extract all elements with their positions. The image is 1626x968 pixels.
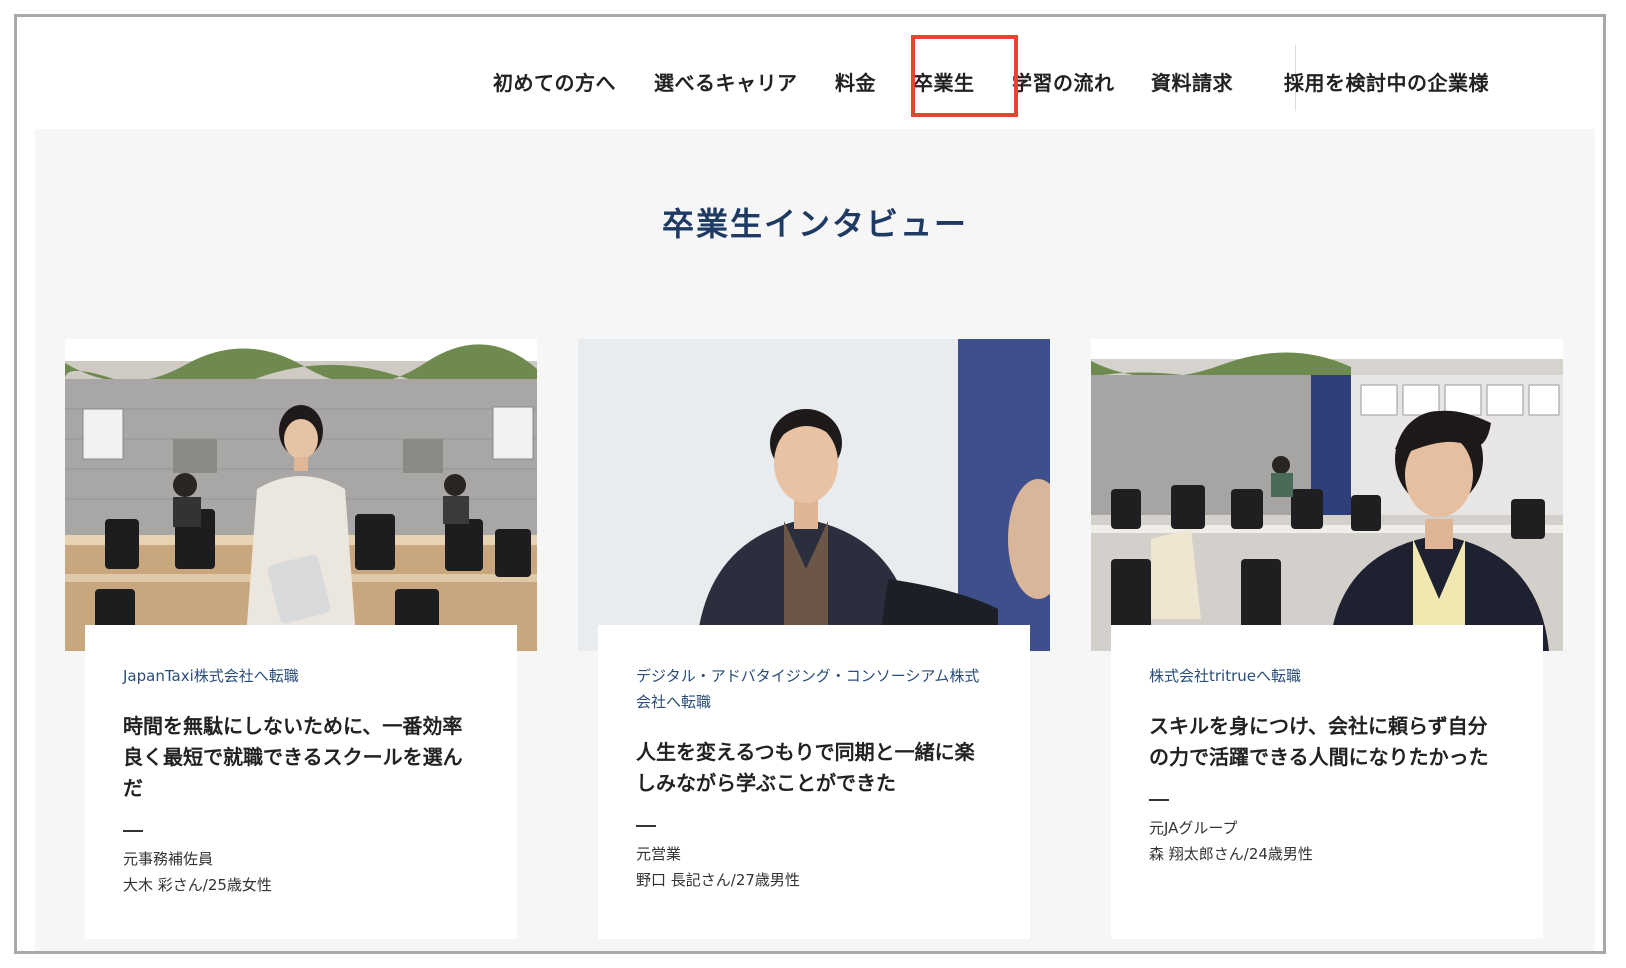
previous-role: 元事務補佐員 [123, 850, 214, 868]
page-frame: 初めての方へ 選べるキャリア 料金 卒業生 学習の流れ 資料請求 採用を検討中の… [14, 14, 1606, 954]
company-label: デジタル・アドバタイジング・コンソーシアム株式会社へ転職 [636, 667, 980, 711]
card-headline[interactable]: 人生を変えるつもりで同期と一緒に楽しみながら学ぶことができた [636, 737, 992, 799]
nav-item-learning-flow[interactable]: 学習の流れ [1012, 67, 1115, 96]
interview-card[interactable]: デジタル・アドバタイジング・コンソーシアム株式会社へ転職 人生を変えるつもりで同… [578, 339, 1050, 939]
interview-card[interactable]: 株式会社tritrueへ転職 スキルを身につけ、会社に頼らず自分の力で活躍できる… [1091, 339, 1563, 939]
nav-item-pricing[interactable]: 料金 [835, 67, 876, 96]
nav-item-corporate[interactable]: 採用を検討中の企業様 [1284, 67, 1489, 96]
card-headline[interactable]: スキルを身につけ、会社に頼らず自分の力で活躍できる人間になりたかった [1149, 711, 1505, 773]
card-headline[interactable]: 時間を無駄にしないために、一番効率良く最短で就職できるスクールを選んだ [123, 711, 479, 804]
divider-dash [123, 830, 143, 832]
nav-item-first-time[interactable]: 初めての方へ [493, 67, 616, 96]
card-body: JapanTaxi株式会社へ転職 時間を無駄にしないために、一番効率良く最短で就… [85, 625, 517, 939]
company-label: 株式会社tritrueへ転職 [1149, 667, 1302, 685]
graduates-section: 卒業生インタビュー JapanTaxi株式会社へ転職 時間を無駄にしないために、… [35, 129, 1595, 951]
person-info: 森 翔太郎さん/24歳男性 [1149, 845, 1313, 863]
interview-photo [578, 339, 1050, 651]
top-nav: 初めての方へ 選べるキャリア 料金 卒業生 学習の流れ 資料請求 採用を検討中の… [17, 17, 1603, 129]
interview-photo [65, 339, 537, 651]
person-info: 大木 彩さん/25歳女性 [123, 876, 272, 894]
card-body: デジタル・アドバタイジング・コンソーシアム株式会社へ転職 人生を変えるつもりで同… [598, 625, 1030, 939]
interview-photo [1091, 339, 1563, 651]
section-title: 卒業生インタビュー [661, 205, 968, 243]
person-info: 野口 長記さん/27歳男性 [636, 871, 800, 889]
nav-item-request-docs[interactable]: 資料請求 [1151, 67, 1233, 96]
company-label: JapanTaxi株式会社へ転職 [123, 667, 299, 685]
highlight-box [911, 35, 1018, 117]
interview-card[interactable]: JapanTaxi株式会社へ転職 時間を無駄にしないために、一番効率良く最短で就… [65, 339, 537, 939]
divider-dash [1149, 799, 1169, 801]
nav-item-careers[interactable]: 選べるキャリア [654, 67, 798, 96]
divider-dash [636, 825, 656, 827]
previous-role: 元営業 [636, 845, 682, 863]
card-body: 株式会社tritrueへ転職 スキルを身につけ、会社に頼らず自分の力で活躍できる… [1111, 625, 1543, 939]
previous-role: 元JAグループ [1149, 819, 1238, 837]
